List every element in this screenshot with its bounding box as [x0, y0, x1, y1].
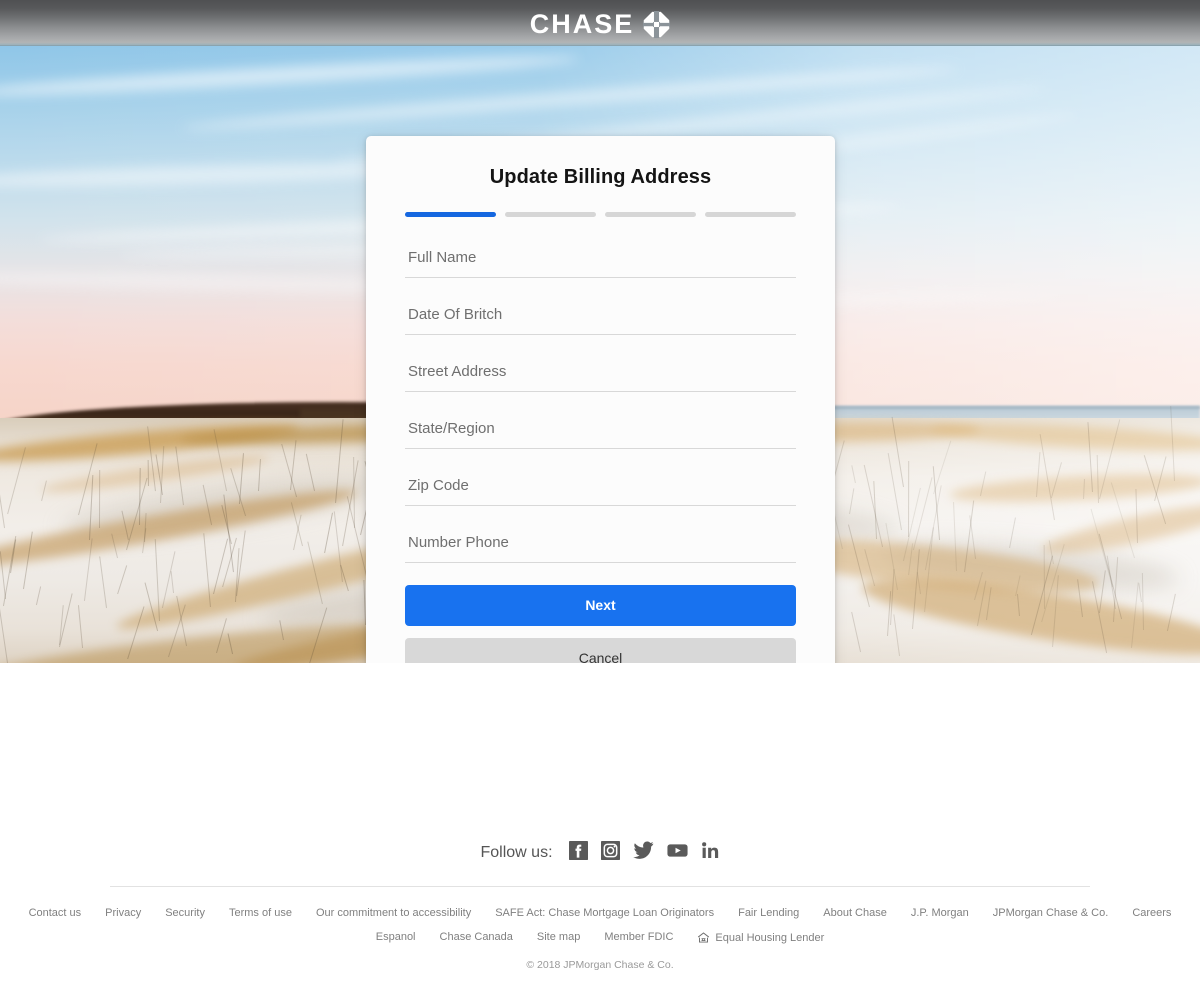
footer-link-member-fdic[interactable]: Member FDIC — [592, 930, 685, 945]
twitter-icon[interactable] — [632, 841, 654, 865]
equal-housing-lender-icon — [698, 932, 710, 943]
state-region-field[interactable] — [405, 410, 796, 449]
footer-links-row-2: Espanol Chase Canada Site map Member FDI… — [0, 921, 1200, 945]
footer-link-jpmorgan-chase-co[interactable]: JPMorgan Chase & Co. — [981, 906, 1121, 921]
progress-step-3 — [605, 212, 696, 217]
state-region-input[interactable] — [408, 418, 796, 440]
street-address-field[interactable] — [405, 353, 796, 392]
footer-link-espanol[interactable]: Espanol — [364, 930, 428, 945]
progress-stepper — [405, 212, 796, 217]
next-button[interactable]: Next — [405, 585, 796, 626]
facebook-icon[interactable] — [568, 841, 588, 865]
footer-link-safe-act[interactable]: SAFE Act: Chase Mortgage Loan Originator… — [483, 906, 726, 921]
phone-number-input[interactable] — [408, 532, 796, 554]
follow-us-row: Follow us: — [0, 839, 1200, 867]
page-title: Update Billing Address — [489, 166, 712, 188]
progress-step-2 — [505, 212, 596, 217]
youtube-icon[interactable] — [666, 841, 688, 865]
full-name-input[interactable] — [408, 247, 796, 269]
phone-number-field[interactable] — [405, 524, 796, 563]
footer-link-security[interactable]: Security — [153, 906, 217, 921]
chase-logo[interactable]: CHASE — [529, 8, 671, 39]
zip-code-input[interactable] — [408, 475, 796, 497]
equal-housing-lender: Equal Housing Lender — [685, 931, 836, 944]
footer-link-jp-morgan[interactable]: J.P. Morgan — [899, 906, 981, 921]
site-footer: Follow us: Contact us Privacy Security T… — [0, 663, 1200, 971]
zip-code-field[interactable] — [405, 467, 796, 506]
footer-link-chase-canada[interactable]: Chase Canada — [428, 930, 525, 945]
instagram-icon[interactable] — [600, 841, 620, 865]
footer-link-contact-us[interactable]: Contact us — [17, 906, 94, 921]
follow-us-label: Follow us: — [480, 844, 553, 861]
cancel-button[interactable]: Cancel — [405, 638, 796, 663]
copyright-text: © 2018 JPMorgan Chase & Co. — [526, 959, 674, 971]
date-of-birth-input[interactable] — [408, 304, 796, 326]
street-address-input[interactable] — [408, 361, 796, 383]
footer-link-careers[interactable]: Careers — [1120, 906, 1183, 921]
footer-link-about-chase[interactable]: About Chase — [811, 906, 899, 921]
site-header: CHASE — [0, 0, 1200, 46]
hero-section: Update Billing Address Next Cancel — [0, 46, 1200, 663]
footer-link-fair-lending[interactable]: Fair Lending — [726, 906, 811, 921]
update-billing-address-card: Update Billing Address Next Cancel — [366, 136, 835, 663]
date-of-birth-field[interactable] — [405, 296, 796, 335]
footer-links-row-1: Contact us Privacy Security Terms of use… — [0, 887, 1200, 921]
footer-link-privacy[interactable]: Privacy — [93, 906, 153, 921]
footer-link-accessibility[interactable]: Our commitment to accessibility — [304, 906, 483, 921]
full-name-field[interactable] — [405, 239, 796, 278]
progress-step-4 — [705, 212, 796, 217]
progress-step-1 — [405, 212, 496, 217]
linkedin-icon[interactable] — [701, 841, 720, 865]
chase-octagon-logo-icon — [643, 10, 671, 38]
equal-housing-lender-label: Equal Housing Lender — [715, 931, 825, 944]
chase-wordmark: CHASE — [529, 8, 635, 39]
footer-link-terms-of-use[interactable]: Terms of use — [217, 906, 304, 921]
footer-link-site-map[interactable]: Site map — [525, 930, 592, 945]
